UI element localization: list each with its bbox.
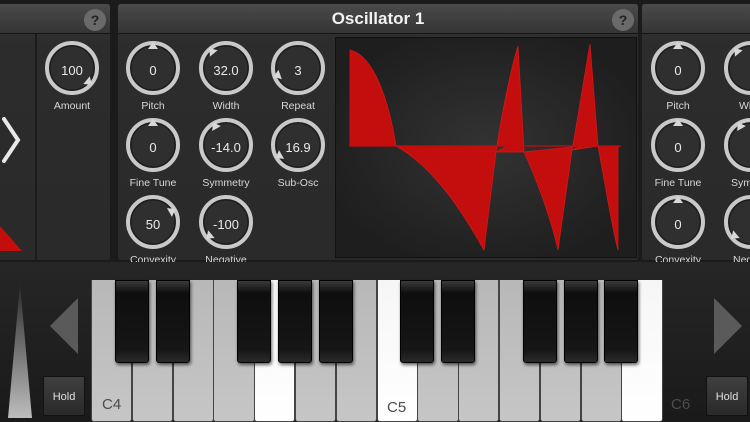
left-panel-envelope-shape [0,226,22,251]
black-key[interactable] [400,280,435,363]
right-knob-negative[interactable]: Neg [721,194,750,266]
knob-sub-osc[interactable]: 16.9 Sub-Osc [268,117,328,189]
knob-pitch-label: Pitch [141,100,165,112]
right-knob-fine-tune-label: Fine Tune [654,177,702,189]
knob-convexity-value: 50 [145,217,161,232]
knob-convexity[interactable]: 50 Convexity [123,194,183,266]
knob-repeat-label: Repeat [281,100,315,112]
hold-button-left[interactable]: Hold [43,376,85,416]
black-key[interactable] [441,280,476,363]
knob-symmetry[interactable]: -14.0 Symmetry [196,117,256,189]
chevron-right-icon[interactable] [0,115,30,165]
right-knob-symmetry-label: Sym [731,177,750,189]
knob-width[interactable]: 32.0 Width [196,40,256,112]
right-knob-convexity-value: 0 [674,217,682,232]
right-knob-convexity[interactable]: 0 Convexity [648,194,708,266]
key-label-c4: C4 [102,396,122,413]
left-panel-divider [35,34,37,260]
right-knob-fine-tune-value: 0 [674,140,682,155]
octave-down-arrow-icon[interactable] [48,296,80,356]
octave-up-arrow-icon[interactable] [712,296,744,356]
knob-width-value: 32.0 [213,63,239,78]
panel-title: Oscillator 1 [331,9,425,28]
black-key[interactable] [604,280,639,363]
knob-negative-value: -100 [212,217,240,232]
oscillator-help-button[interactable]: ? [612,9,634,31]
knob-amount-value: 100 [61,63,83,78]
right-knob-symmetry-dial [724,118,750,172]
waveform-display [335,37,637,258]
mod-wheel[interactable] [5,282,35,420]
right-knob-pitch[interactable]: 0 Pitch [648,40,708,112]
right-knob-width-dial [724,41,750,95]
knob-sub-osc-label: Sub-Osc [277,177,319,189]
key-label-c5: C5 [387,399,407,416]
hold-button-right[interactable]: Hold [706,376,748,416]
right-knob-pitch-label: Pitch [666,100,690,112]
black-key[interactable] [318,280,353,363]
knob-fine-tune[interactable]: 0 Fine Tune [123,117,183,189]
right-panel-header [642,4,750,34]
left-panel-help-button[interactable]: ? [84,9,106,31]
black-key[interactable] [522,280,557,363]
waveform-shape [349,43,619,252]
black-key[interactable] [278,280,312,363]
knob-pitch[interactable]: 0 Pitch [123,40,183,112]
knob-negative[interactable]: -100 Negative [196,194,256,266]
knob-amount[interactable]: 100 Amount [42,40,102,112]
black-key[interactable] [155,280,190,363]
knob-fine-tune-value: 0 [149,140,157,155]
knob-amount-label: Amount [53,100,91,112]
right-knob-negative-dial [724,195,750,249]
right-knob-pitch-value: 0 [674,63,682,78]
black-key[interactable] [114,280,149,363]
right-knob-fine-tune[interactable]: 0 Fine Tune [648,117,708,189]
knob-sub-osc-value: 16.9 [285,140,311,155]
right-knob-width[interactable]: Wi [721,40,750,112]
black-key[interactable] [563,280,598,363]
right-knob-width-label: Wi [739,100,750,112]
knob-fine-tune-label: Fine Tune [129,177,177,189]
knob-repeat-value: 3 [294,63,302,78]
knob-repeat[interactable]: 3 Repeat [268,40,328,112]
black-key[interactable] [237,280,272,363]
knob-symmetry-value: -14.0 [211,140,241,155]
waveform-graph [349,43,621,252]
knob-pitch-value: 0 [149,63,157,78]
key-label-c6: C6 [671,396,691,413]
right-knob-symmetry[interactable]: Sym [721,117,750,189]
